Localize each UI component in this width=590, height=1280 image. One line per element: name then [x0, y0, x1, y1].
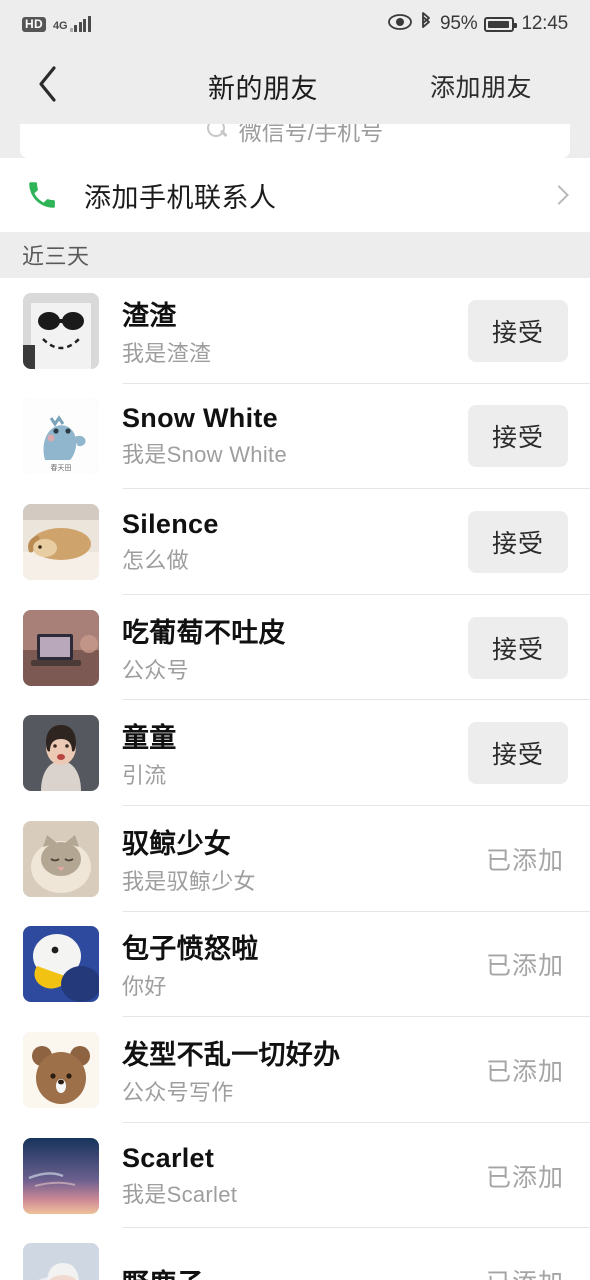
svg-text:春天田: 春天田: [51, 463, 72, 472]
chevron-left-icon: [36, 64, 60, 109]
friend-request-action: 已添加: [486, 1158, 568, 1194]
avatar[interactable]: [23, 715, 99, 792]
friend-request-message: 怎么做: [122, 547, 189, 573]
search-bar-container: 微信号/手机号: [0, 124, 590, 158]
signal-bars-icon: 4G: [52, 15, 91, 32]
friend-request-action: 已添加: [486, 1263, 568, 1280]
friend-request-message: 引流: [122, 763, 167, 789]
friend-request-text: 吃葡萄不吐皮 公众号: [122, 611, 468, 685]
friend-request-action[interactable]: 接受: [467, 722, 568, 785]
friend-request-message: 我是Scarlet: [122, 1181, 238, 1207]
avatar[interactable]: [23, 1243, 99, 1280]
added-status-label: 已添加: [485, 952, 564, 981]
bluetooth-icon: [419, 11, 433, 37]
friend-request-message: 我是渣渣: [122, 340, 212, 366]
clock-label: 12:45: [521, 13, 568, 34]
friend-request-text: Scarlet 我是Scarlet: [122, 1143, 486, 1209]
friend-name: Silence: [122, 508, 219, 539]
avatar[interactable]: 春天田: [23, 398, 99, 475]
friend-request-action: 已添加: [486, 1052, 568, 1088]
friend-request-message: 我是驭鲸少女: [122, 868, 256, 894]
friend-request-text: 发型不乱一切好办公众号写作: [122, 1033, 486, 1107]
search-input[interactable]: 微信号/手机号: [20, 124, 570, 158]
back-button[interactable]: [0, 48, 96, 124]
accept-button[interactable]: 接受: [467, 299, 568, 362]
avatar[interactable]: [23, 1031, 99, 1108]
friend-request-row[interactable]: 驭鲸少女 我是驭鲸少女 已添加: [0, 805, 590, 912]
friend-request-row[interactable]: 野鹿子已添加: [0, 1228, 590, 1280]
friend-request-message: 我是Snow White: [122, 442, 287, 468]
avatar[interactable]: [23, 609, 99, 686]
friend-request-text: Snow White 我是Snow White: [122, 403, 468, 469]
friend-name: Scarlet: [122, 1142, 215, 1173]
friend-name: 野鹿子: [122, 1262, 486, 1280]
friend-request-row[interactable]: 包子愤怒啦 你好 已添加: [0, 911, 590, 1018]
added-status-label: 已添加: [485, 846, 564, 875]
friend-request-action: 已添加: [486, 946, 568, 982]
friend-request-text: 驭鲸少女我是驭鲸少女: [122, 822, 486, 896]
friend-request-action[interactable]: 接受: [467, 616, 568, 679]
friend-request-action[interactable]: 接受: [467, 405, 568, 468]
added-status-label: 已添加: [486, 1263, 568, 1280]
friend-request-text: 渣渣 我是渣渣: [122, 294, 468, 368]
page-title: 新的朋友: [208, 73, 318, 104]
friend-request-row[interactable]: 发型不乱一切好办 公众号写作 已添加: [0, 1017, 590, 1123]
accept-button[interactable]: 接受: [467, 405, 568, 468]
accept-button[interactable]: 接受: [467, 616, 568, 679]
friend-name: 驭鲸少女: [122, 828, 232, 859]
battery-icon: [484, 16, 518, 32]
accept-button[interactable]: 接受: [467, 722, 568, 785]
friend-request-list[interactable]: 渣渣 我是渣渣 接受 春天田 Snow White 我是Snow White 接受 Silen…: [0, 278, 590, 1280]
avatar[interactable]: [23, 820, 99, 897]
friend-name: 渣渣: [122, 300, 177, 331]
friend-request-message: 公众号: [122, 657, 189, 683]
friend-request-action: 已添加: [486, 841, 568, 877]
network-type-label: 4G: [52, 19, 68, 32]
friend-name: 包子愤怒啦: [122, 934, 259, 965]
friend-request-row[interactable]: 春天田 Snow White 我是Snow White 接受: [0, 383, 590, 490]
phone-icon: [0, 178, 84, 212]
accept-button[interactable]: 接受: [467, 510, 568, 573]
friend-request-text: Silence 怎么做: [122, 509, 468, 575]
friend-name: 童童: [122, 723, 177, 754]
friend-request-message: 公众号写作: [122, 1079, 234, 1105]
hd-icon: HD: [22, 16, 46, 32]
status-bar-right: 95% 12:45: [388, 11, 568, 37]
avatar[interactable]: [23, 926, 99, 1003]
friend-request-message: 你好: [122, 974, 167, 1000]
avatar[interactable]: [23, 1137, 99, 1214]
friend-request-text: 童童 引流: [122, 716, 468, 790]
friend-request-row[interactable]: 渣渣 我是渣渣 接受: [0, 278, 590, 384]
chevron-right-icon: [549, 185, 569, 205]
add-phone-contacts-label: 添加手机联系人: [84, 182, 277, 213]
friend-request-row[interactable]: 童童 引流 接受: [0, 700, 590, 806]
nav-bar: 新的朋友 添加朋友: [0, 48, 590, 124]
friend-request-row[interactable]: Scarlet 我是Scarlet 已添加: [0, 1122, 590, 1229]
eye-icon: [388, 13, 412, 35]
friend-request-text: 野鹿子: [122, 1262, 486, 1280]
added-status-label: 已添加: [485, 1163, 564, 1192]
phone-screen: HD 4G 95% 12:45 新的朋友 添加朋友 微信号/手机号 添加手机联系…: [0, 0, 590, 1280]
added-status-label: 已添加: [485, 1057, 564, 1086]
friend-request-action[interactable]: 接受: [467, 510, 568, 573]
avatar[interactable]: [23, 503, 99, 580]
friend-request-row[interactable]: 吃葡萄不吐皮 公众号 接受: [0, 594, 590, 701]
avatar[interactable]: [23, 292, 99, 369]
search-placeholder: 微信号/手机号: [238, 124, 384, 145]
section-header-recent: 近三天: [0, 232, 590, 278]
status-bar-left: HD 4G: [22, 15, 91, 32]
friend-name: 吃葡萄不吐皮: [122, 617, 286, 648]
search-icon: [206, 124, 229, 141]
friend-request-text: 包子愤怒啦 你好: [122, 927, 486, 1001]
friend-request-action[interactable]: 接受: [467, 299, 568, 362]
friend-name: 发型不乱一切好办: [122, 1039, 341, 1070]
add-friend-button[interactable]: 添加朋友: [430, 48, 590, 124]
friend-name: Snow White: [122, 403, 278, 434]
friend-request-row[interactable]: Silence 怎么做 接受: [0, 489, 590, 595]
add-phone-contacts-row[interactable]: 添加手机联系人: [0, 158, 590, 232]
battery-percent-label: 95%: [440, 13, 478, 34]
status-bar: HD 4G 95% 12:45: [0, 0, 590, 48]
signal-strength-icon: [69, 15, 91, 32]
